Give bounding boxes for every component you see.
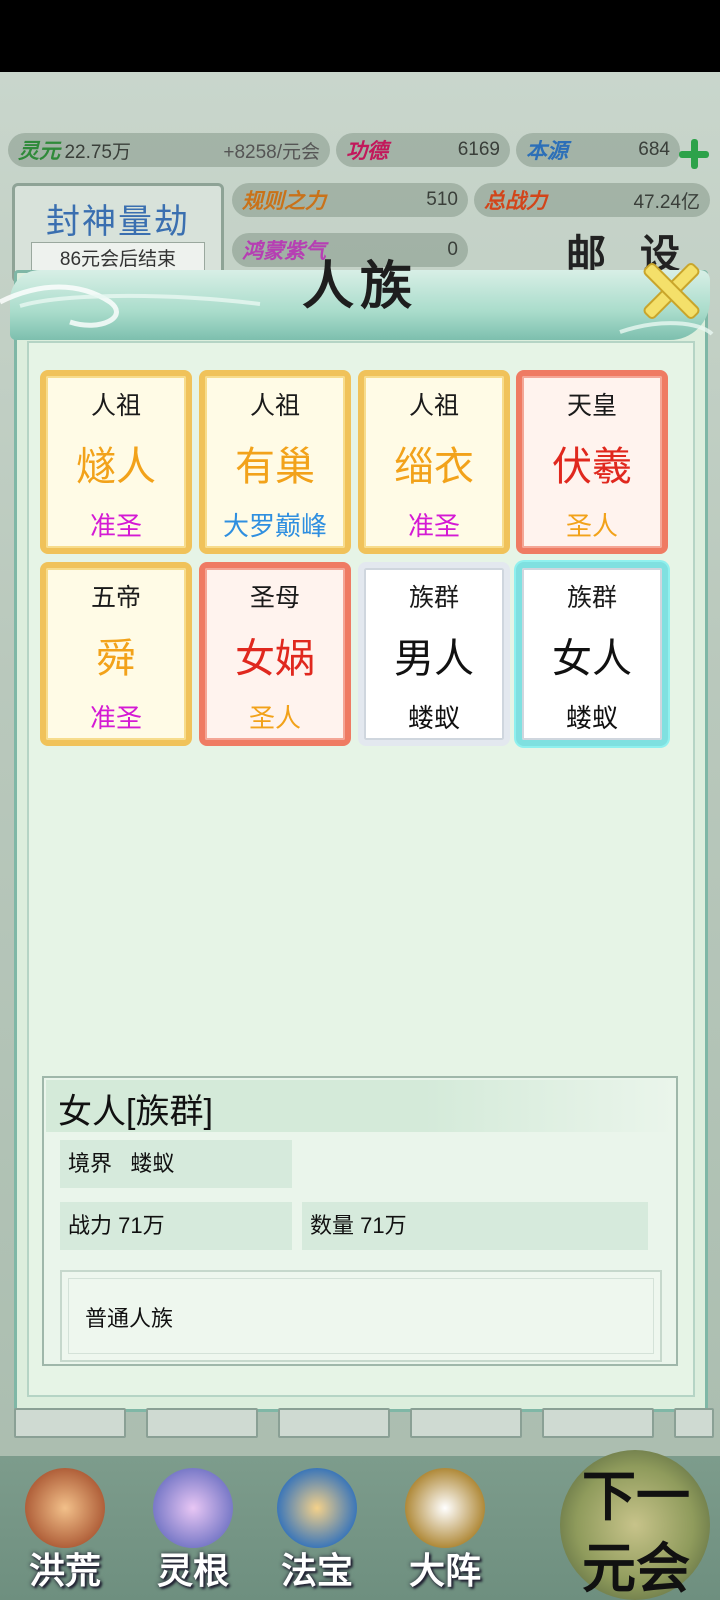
race-card[interactable]: 族群 男人 蝼蚁 [358,562,510,746]
card-title: 天皇 [566,392,617,420]
race-card[interactable]: 天皇 伏羲 圣人 [516,370,668,554]
realm-field: 境界 蝼蚁 [60,1140,292,1188]
gongde-value: 6169 [457,139,500,160]
card-rank: 蝼蚁 [407,703,460,733]
lingyuan-value: 22.75万 [64,142,131,163]
add-resource-plus-icon[interactable] [676,136,712,172]
description-text: 普通人族 [68,1278,654,1354]
benyuan-label: 本源 [526,138,568,163]
tab-strip [542,1408,654,1438]
power-field: 战力 71万 [60,1202,292,1250]
resource-gongde: 功德 6169 [336,133,510,167]
next-era-line1: 下一 [582,1464,690,1528]
card-name: 有巢 [235,445,315,489]
guize-label: 规则之力 [242,188,326,213]
lotus-icon [153,1468,233,1548]
description-box: 普通人族 [60,1270,662,1362]
nav-label: 洪荒 [28,1550,101,1592]
nav-label: 大阵 [408,1550,481,1592]
nav-label: 法宝 [280,1550,353,1592]
card-rank: 圣人 [248,703,301,733]
card-title: 人祖 [249,392,300,420]
nav-button[interactable]: 灵根 [138,1468,248,1596]
race-card[interactable]: 五帝舜准圣 [40,562,192,746]
nav-button[interactable]: 法宝 [262,1468,372,1596]
zongzhanli-label: 总战力 [484,188,547,213]
count-label: 数量 [310,1213,355,1238]
race-card[interactable]: 圣母 女娲 圣人 [199,562,351,746]
realm-label: 境界 [68,1151,113,1176]
game-screen: 灵元 22.75万 +8258/元会 功德 6169 本源 684 规则之力 5… [0,0,720,1600]
status-bar-area [0,0,720,72]
modal-title: 人族 [301,256,418,317]
lingyuan-label: 灵元 [18,138,60,163]
nav-label: 灵根 [156,1550,229,1592]
card-name: 伏羲 [552,445,632,489]
detail-title: 女人[族群] [58,1093,213,1131]
card-name: 舜 [96,637,136,681]
resource-lingyuan: 灵元 22.75万 +8258/元会 [8,133,330,167]
power-value: 71万 [118,1213,165,1238]
benyuan-value: 684 [638,139,670,160]
zongzhanli-value: 47.24亿 [633,191,700,213]
guize-value: 510 [426,189,458,210]
card-rank: 准圣 [407,511,460,541]
race-card[interactable]: 人祖 燧人 准圣 [40,370,192,554]
resource-benyuan: 本源 684 [516,133,680,167]
card-name: 缁衣 [394,445,474,489]
count-field: 数量 71万 [302,1202,648,1250]
race-card[interactable]: 族群 女人 蝼蚁 [516,562,668,746]
tab-strip [146,1408,258,1438]
card-title: 五帝 [90,584,141,612]
card-title: 族群 [408,584,459,612]
realm-value: 蝼蚁 [130,1151,175,1176]
card-rank: 准圣 [89,511,142,541]
resource-zongzhanli: 总战力 47.24亿 [474,183,710,217]
power-label: 战力 [68,1213,113,1238]
card-rank: 圣人 [565,511,618,541]
gongde-label: 功德 [346,138,388,163]
tab-strip [410,1408,522,1438]
count-value: 71万 [360,1213,407,1238]
close-icon[interactable] [636,258,702,320]
card-rank: 蝼蚁 [565,703,618,733]
card-title: 族群 [566,584,617,612]
tab-strip [14,1408,126,1438]
race-card[interactable]: 人祖 有巢 大罗巅峰 [199,370,351,554]
card-name: 女人 [552,637,632,681]
race-card[interactable]: 人祖 缁衣 准圣 [358,370,510,554]
card-rank: 大罗巅峰 [222,511,327,541]
treasure-icon [277,1468,357,1548]
next-era-button[interactable]: 下一 元会 [556,1440,716,1600]
kalpa-title: 封神量劫 [46,202,190,242]
nav-button[interactable]: 大阵 [390,1468,500,1596]
nav-button[interactable]: 洪荒 [10,1468,120,1596]
card-name: 男人 [394,637,474,681]
card-title: 圣母 [249,584,300,612]
tab-strip [278,1408,390,1438]
lingyuan-rate: +8258/元会 [223,141,320,163]
card-name: 女娲 [235,637,315,681]
card-name: 燧人 [76,445,156,489]
resource-guize: 规则之力 510 [232,183,468,217]
taiji-icon [405,1468,485,1548]
next-era-line2: 元会 [582,1536,690,1600]
card-title: 人祖 [90,392,141,420]
tab-strip [674,1408,714,1438]
detail-panel: 女人[族群] 境界 蝼蚁 战力 71万 数量 71万 普通人族 [42,1076,678,1366]
card-rank: 准圣 [89,703,142,733]
card-title: 人祖 [408,392,459,420]
mountain-icon [25,1468,105,1548]
